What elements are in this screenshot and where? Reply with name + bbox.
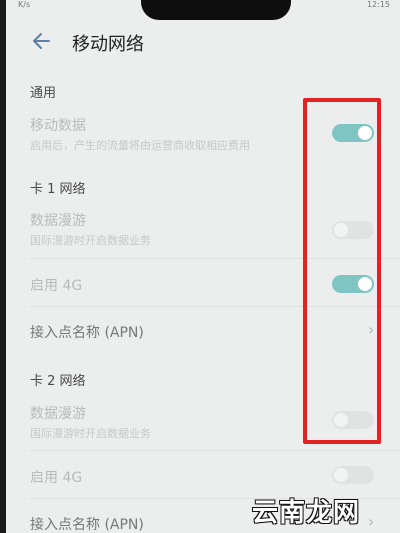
mobile-data-label: 移动数据 xyxy=(30,118,86,134)
sim1-roaming-description: 国际漫游时开启数据业务 xyxy=(30,234,151,247)
status-clock: 12:15 xyxy=(366,0,390,9)
section-general-header: 通用 xyxy=(30,86,57,101)
sim2-4g-label: 启用 4G xyxy=(30,470,83,486)
section-sim2-header: 卡 2 网络 xyxy=(30,374,86,389)
sim2-4g-toggle[interactable] xyxy=(332,466,374,484)
status-network-speed: K/s xyxy=(18,0,31,9)
back-arrow-icon[interactable] xyxy=(32,32,50,50)
chevron-right-icon: › xyxy=(368,512,375,531)
page-title: 移动网络 xyxy=(72,34,144,55)
sim2-roaming-description: 国际漫游时开启数据业务 xyxy=(30,427,151,440)
sim1-apn-label: 接入点名称 (APN) xyxy=(30,325,144,341)
section-sim1-header: 卡 1 网络 xyxy=(30,182,86,197)
mobile-data-description: 启用后，产生的流量将由运营商收取相应费用 xyxy=(30,139,250,152)
camera-notch xyxy=(141,0,291,20)
sim1-roaming-label: 数据漫游 xyxy=(30,213,86,229)
sim2-apn-label: 接入点名称 (APN) xyxy=(30,517,144,533)
sim1-4g-label: 启用 4G xyxy=(30,278,83,294)
annotation-highlight-box xyxy=(303,98,381,444)
sim2-roaming-label: 数据漫游 xyxy=(30,406,86,422)
watermark: 云南龙网 xyxy=(252,498,361,528)
toggle-knob xyxy=(334,468,348,482)
app-header: 移动网络 xyxy=(6,22,400,64)
divider xyxy=(30,450,400,451)
